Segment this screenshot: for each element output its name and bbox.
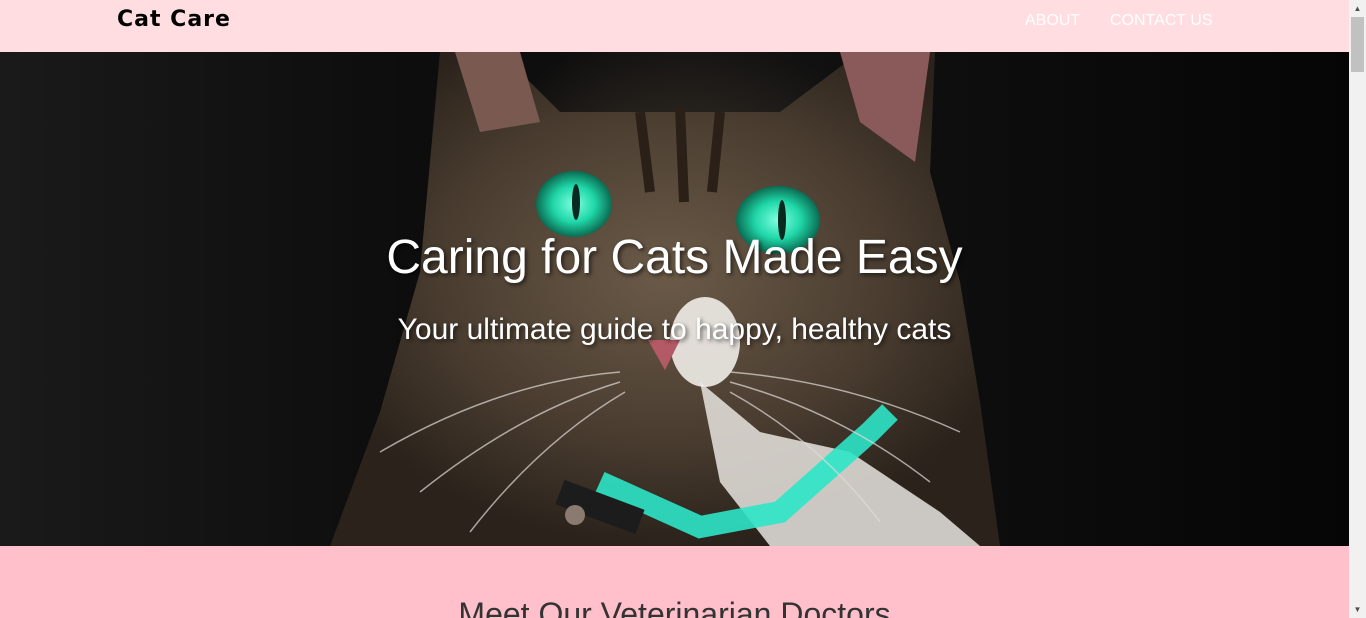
navbar: Cat Care ABOUT CONTACT US bbox=[0, 0, 1349, 52]
arrow-up-icon[interactable]: ▲ bbox=[1349, 0, 1366, 17]
hero-banner: Caring for Cats Made Easy Your ultimate … bbox=[0, 52, 1349, 546]
nav-link-contact-us[interactable]: CONTACT US bbox=[1110, 12, 1213, 30]
nav-link-about[interactable]: ABOUT bbox=[1025, 12, 1080, 30]
hero-title: Caring for Cats Made Easy bbox=[386, 231, 963, 284]
vertical-scrollbar[interactable]: ▲ ▼ bbox=[1349, 0, 1366, 618]
scrollbar-thumb[interactable] bbox=[1351, 17, 1364, 72]
hero-subtitle: Your ultimate guide to happy, healthy ca… bbox=[397, 313, 952, 346]
brand-logo[interactable]: Cat Care bbox=[117, 7, 231, 32]
hero-cat-image bbox=[330, 52, 1000, 546]
arrow-down-icon[interactable]: ▼ bbox=[1349, 601, 1366, 618]
section-title: Meet Our Veterinarian Doctors bbox=[458, 596, 891, 618]
veterinarians-section: Meet Our Veterinarian Doctors bbox=[0, 546, 1349, 618]
